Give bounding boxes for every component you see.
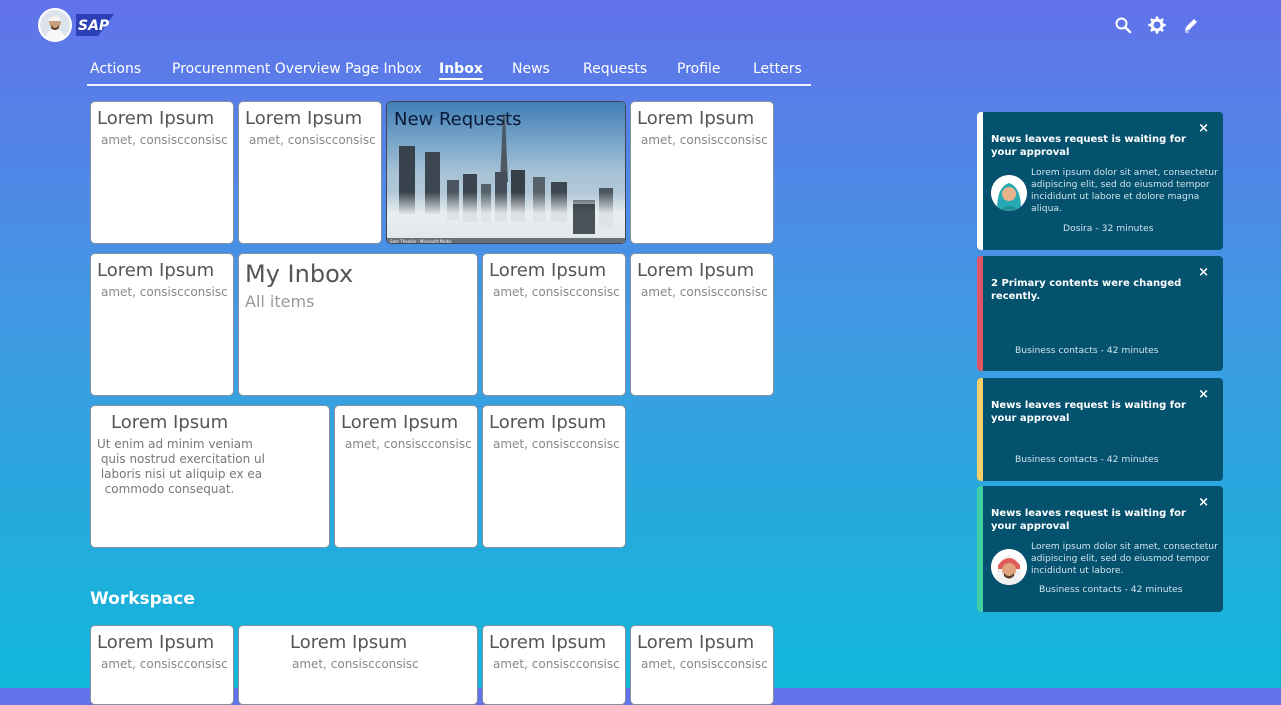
notification-footer: Business contacts - 42 minutes — [1015, 454, 1159, 465]
notification-title: News leaves request is waiting for your … — [991, 508, 1186, 532]
user-avatar-image — [40, 10, 70, 40]
notification-title: News leaves request is waiting for your … — [991, 134, 1186, 158]
tab-letters[interactable]: Letters — [753, 61, 802, 77]
tile-subtitle: amet, consiscconsisc — [249, 133, 376, 147]
gear-icon[interactable] — [1148, 16, 1166, 34]
workspace-tile-1[interactable]: Lorem Ipsum amet, consiscconsisc — [90, 625, 234, 705]
notification-body: Lorem ipsum dolor sit amet, consectetur … — [1031, 541, 1218, 576]
tab-actions[interactable]: Actions — [90, 61, 141, 77]
tile-body-text: Ut enim ad minim veniam quis nostrud exe… — [97, 437, 265, 496]
tile-title: Lorem Ipsum — [489, 260, 607, 281]
notification-stripe — [977, 112, 983, 250]
search-icon[interactable] — [1114, 16, 1132, 34]
tile-title: Lorem Ipsum — [111, 412, 229, 433]
close-icon[interactable]: × — [1198, 265, 1209, 280]
tab-news[interactable]: News — [512, 61, 550, 77]
tile-lorem-8[interactable]: Lorem Ipsum amet, consiscconsisc — [334, 405, 478, 548]
notification-stripe — [977, 378, 983, 481]
tab-requests[interactable]: Requests — [583, 61, 647, 77]
tile-title: Lorem Ipsum — [637, 632, 755, 653]
sap-logo[interactable]: SAP — [76, 14, 114, 36]
tile-lorem-7[interactable]: Lorem Ipsum Ut enim ad minim veniam quis… — [90, 405, 330, 548]
close-icon[interactable]: × — [1198, 121, 1209, 136]
edit-icon[interactable] — [1182, 16, 1200, 34]
tile-title: Lorem Ipsum — [97, 260, 215, 281]
tile-title: Lorem Ipsum — [290, 632, 408, 653]
tile-title: Lorem Ipsum — [637, 260, 755, 281]
notification-title: News leaves request is waiting for your … — [991, 400, 1186, 424]
tile-lorem-3[interactable]: Lorem Ipsum amet, consiscconsisc — [630, 101, 774, 244]
tile-subtitle: All items — [245, 292, 315, 311]
tile-title: My Inbox — [245, 260, 354, 288]
tile-subtitle: amet, consiscconsisc — [493, 437, 620, 451]
tab-profile[interactable]: Profile — [677, 61, 721, 77]
tile-title: Lorem Ipsum — [489, 412, 607, 433]
tile-title: Lorem Ipsum — [97, 632, 215, 653]
tab-bar: Actions Procurenment Overview Page Inbox… — [87, 58, 811, 86]
image-credit: Sam Theedin · Microsoft Media — [390, 239, 452, 244]
tile-lorem-5[interactable]: Lorem Ipsum amet, consiscconsisc — [482, 253, 626, 396]
tile-new-requests[interactable]: Sam Theedin · Microsoft Media New Reques… — [386, 101, 626, 244]
avatar — [991, 175, 1027, 211]
avatar-image — [991, 175, 1027, 211]
sap-logo-text: SAP — [78, 18, 110, 34]
notification-card[interactable]: × 2 Primary contents were changed recent… — [977, 256, 1223, 371]
notification-stripe — [977, 256, 983, 371]
tile-subtitle: amet, consiscconsisc — [292, 657, 419, 671]
tile-subtitle: amet, consiscconsisc — [493, 285, 620, 299]
tile-lorem-6[interactable]: Lorem Ipsum amet, consiscconsisc — [630, 253, 774, 396]
tile-title: Lorem Ipsum — [341, 412, 459, 433]
workspace-tile-4[interactable]: Lorem Ipsum amet, consiscconsisc — [630, 625, 774, 705]
workspace-section-title: Workspace — [90, 589, 195, 609]
notification-stripe — [977, 486, 983, 612]
close-icon[interactable]: × — [1198, 495, 1209, 510]
notification-card[interactable]: × News leaves request is waiting for you… — [977, 112, 1223, 250]
tile-title: Lorem Ipsum — [245, 108, 363, 129]
avatar — [991, 549, 1027, 585]
close-icon[interactable]: × — [1198, 387, 1209, 402]
notification-title: 2 Primary contents were changed recently… — [991, 278, 1182, 302]
tile-subtitle: amet, consiscconsisc — [101, 133, 228, 147]
notification-body: Lorem ipsum dolor sit amet, consectetur … — [1031, 167, 1218, 214]
tile-subtitle: amet, consiscconsisc — [641, 285, 768, 299]
tile-title: Lorem Ipsum — [637, 108, 755, 129]
notification-card[interactable]: × News leaves request is waiting for you… — [977, 486, 1223, 612]
tile-title: Lorem Ipsum — [97, 108, 215, 129]
notification-footer: Business contacts - 42 minutes — [1039, 584, 1183, 595]
tile-subtitle: amet, consiscconsisc — [641, 657, 768, 671]
tile-lorem-2[interactable]: Lorem Ipsum amet, consiscconsisc — [238, 101, 382, 244]
workspace-tile-3[interactable]: Lorem Ipsum amet, consiscconsisc — [482, 625, 626, 705]
tab-inbox[interactable]: Inbox — [439, 61, 483, 80]
notification-card[interactable]: × News leaves request is waiting for you… — [977, 378, 1223, 481]
tile-my-inbox[interactable]: My Inbox All items — [238, 253, 478, 396]
notification-footer: Business contacts - 42 minutes — [1015, 345, 1159, 356]
tile-subtitle: amet, consiscconsisc — [345, 437, 472, 451]
user-avatar[interactable] — [38, 8, 72, 42]
tile-lorem-4[interactable]: Lorem Ipsum amet, consiscconsisc — [90, 253, 234, 396]
tile-lorem-9[interactable]: Lorem Ipsum amet, consiscconsisc — [482, 405, 626, 548]
tile-title: New Requests — [394, 109, 522, 130]
notification-footer: Dosira - 32 minutes — [1063, 223, 1154, 234]
tile-subtitle: amet, consiscconsisc — [641, 133, 768, 147]
tile-title: Lorem Ipsum — [489, 632, 607, 653]
workspace-tile-2[interactable]: Lorem Ipsum amet, consiscconsisc — [238, 625, 478, 705]
tile-subtitle: amet, consiscconsisc — [101, 285, 228, 299]
tile-subtitle: amet, consiscconsisc — [493, 657, 620, 671]
tile-lorem-1[interactable]: Lorem Ipsum amet, consiscconsisc — [90, 101, 234, 244]
avatar-image — [991, 549, 1027, 585]
tile-subtitle: amet, consiscconsisc — [101, 657, 228, 671]
tab-procurement-overview[interactable]: Procurenment Overview Page Inbox — [172, 61, 422, 77]
